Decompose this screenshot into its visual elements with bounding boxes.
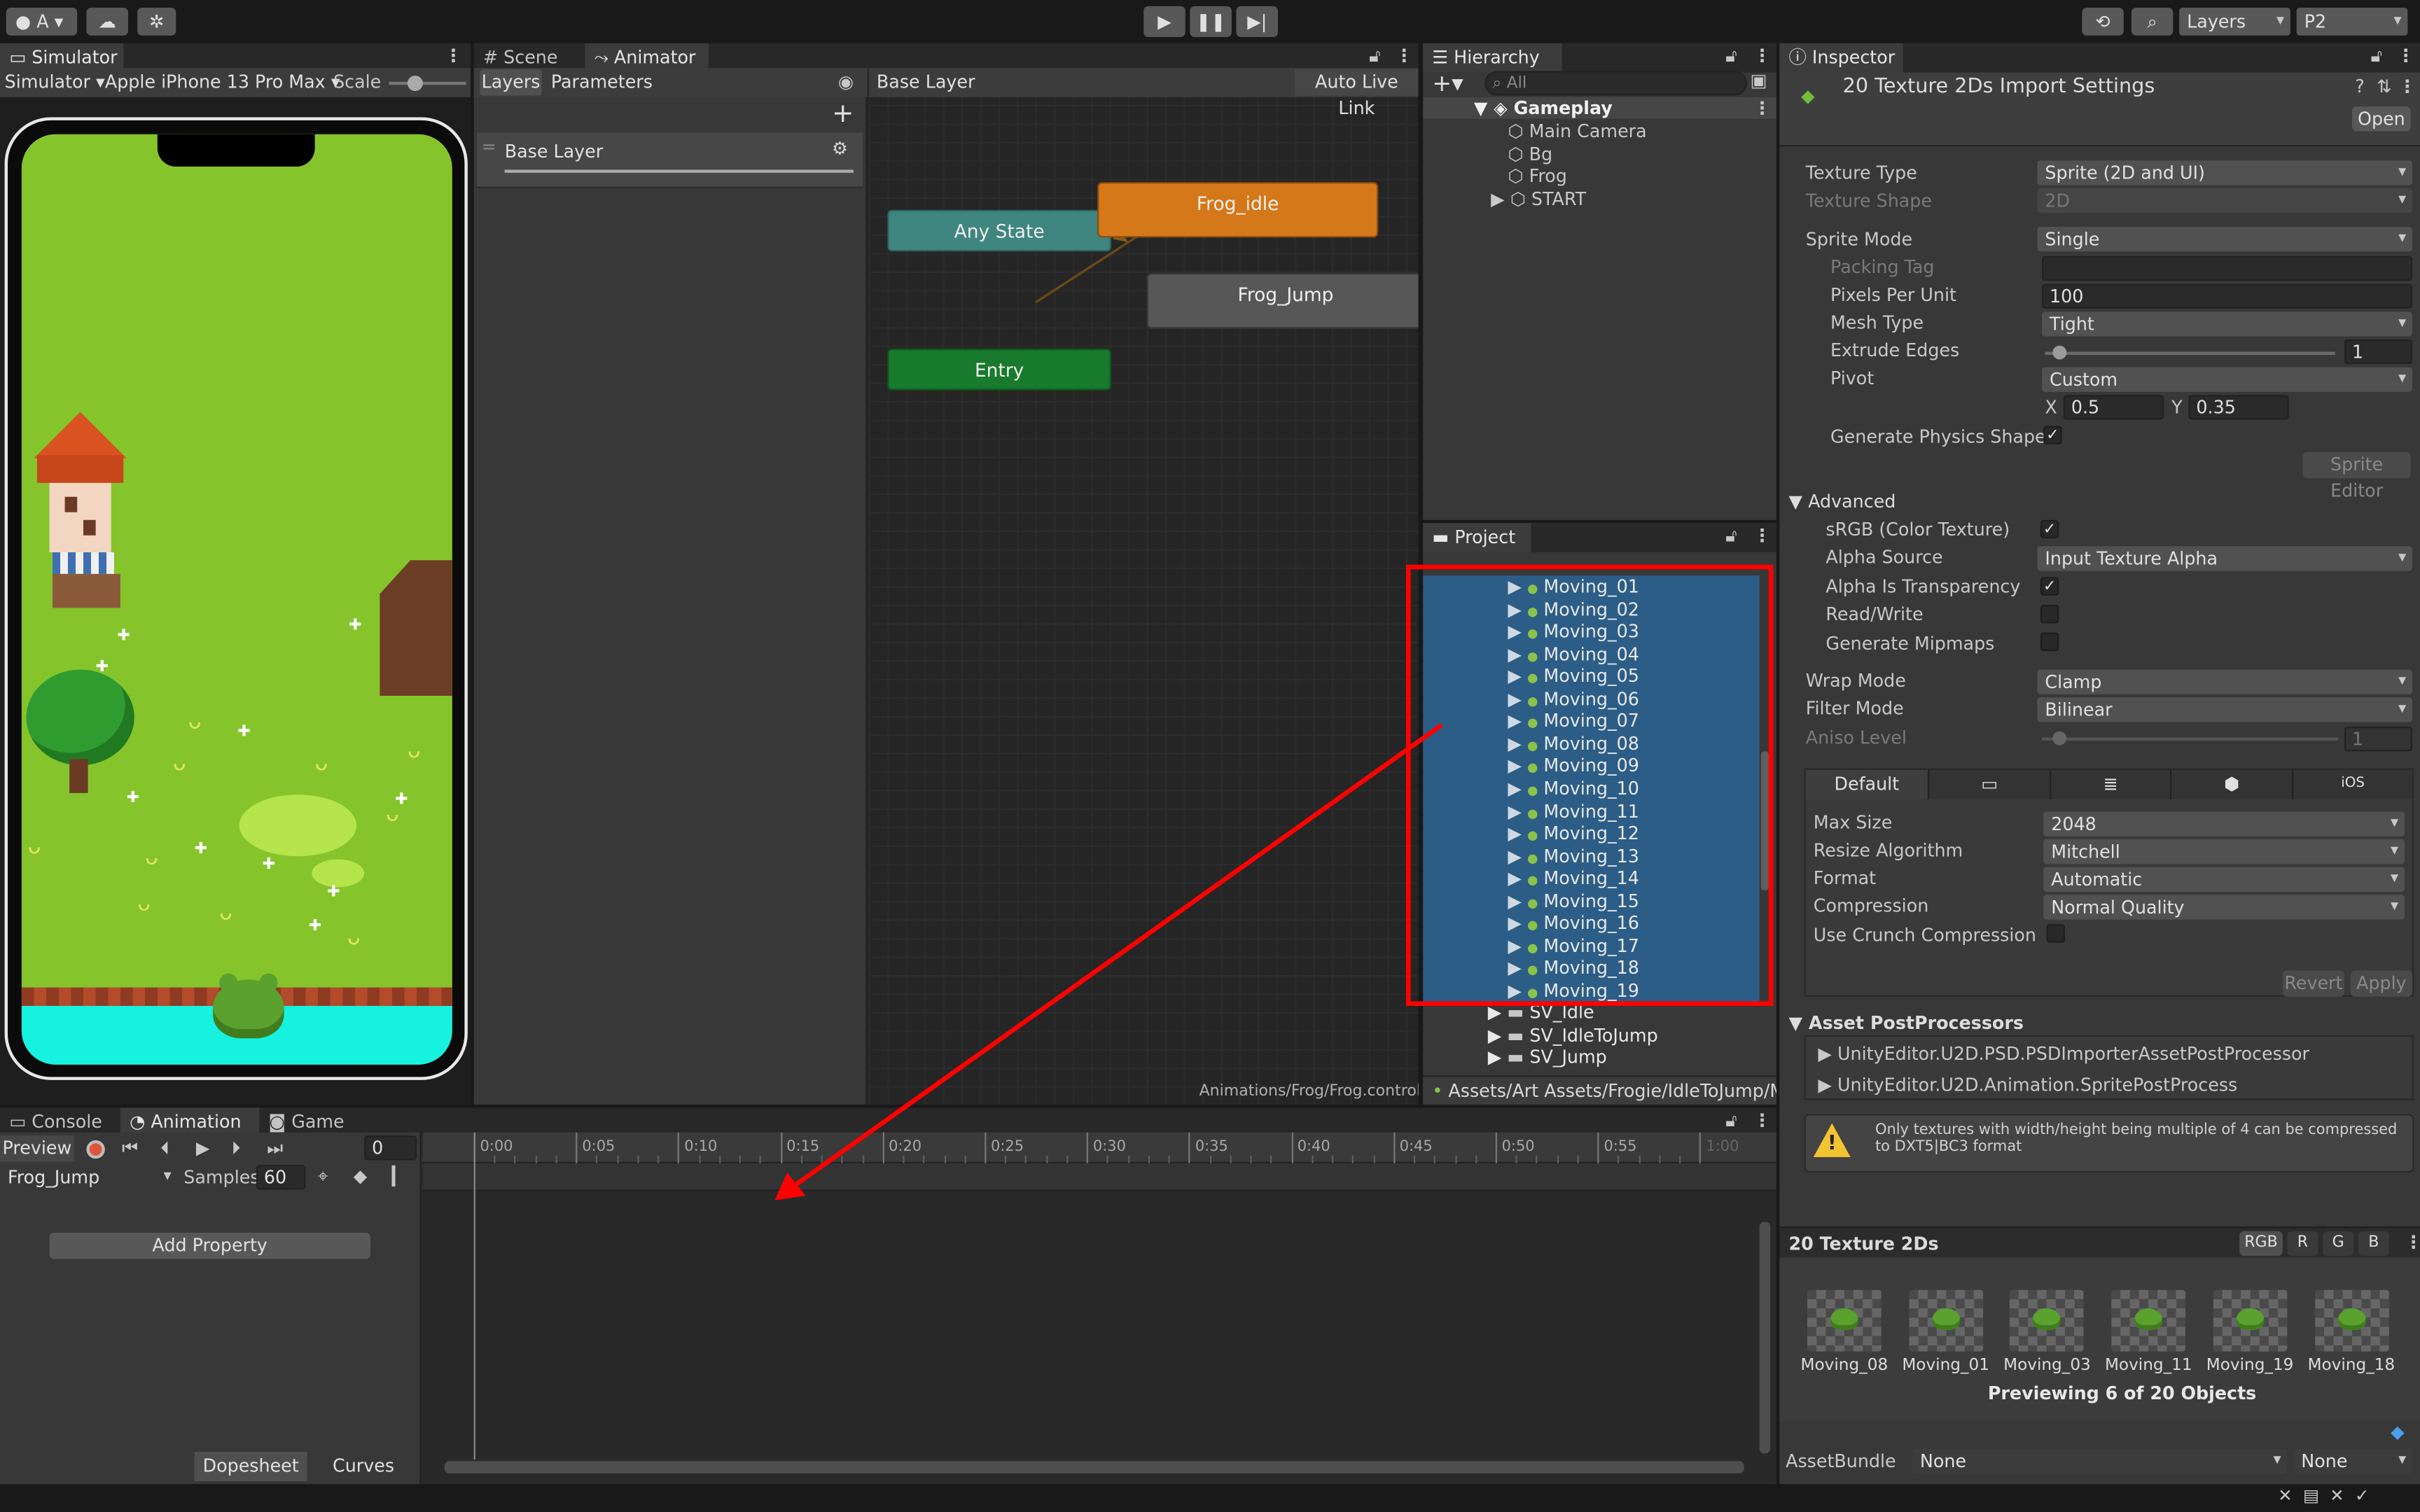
annotation-arrow (774, 723, 1443, 1200)
arrow-line (791, 723, 1443, 1189)
arrow-head (774, 1172, 806, 1200)
unity-editor: ● A ▾ ☁ ✲ ▶ ❚❚ ▶| ⟲ ⌕ Layers P2 ▭ Simula… (0, 0, 2420, 1512)
